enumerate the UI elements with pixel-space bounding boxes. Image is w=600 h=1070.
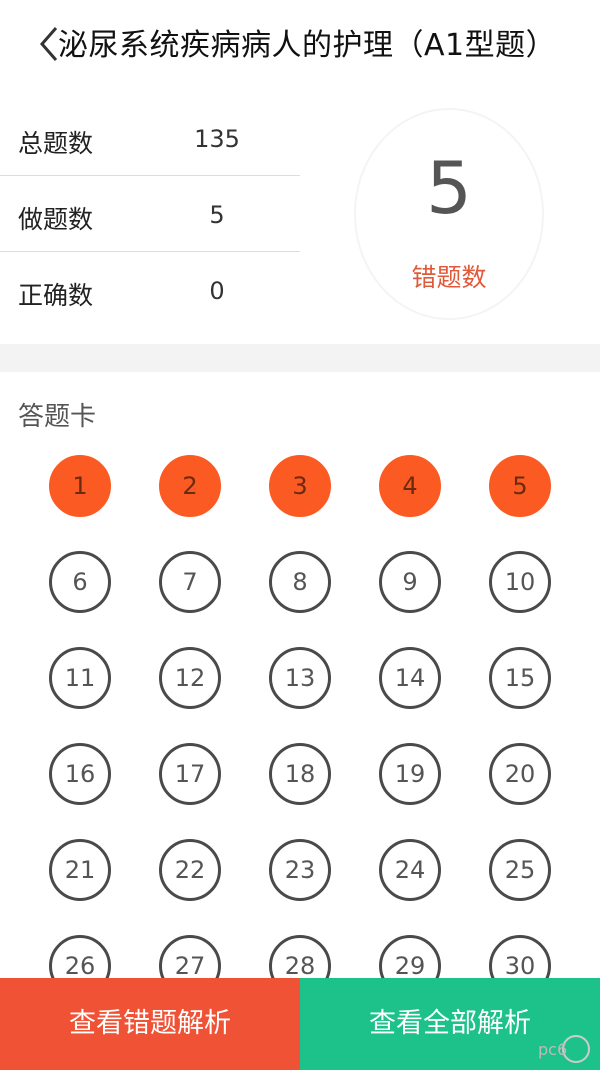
question-number-20[interactable]: 20: [489, 743, 551, 805]
question-number-18[interactable]: 18: [269, 743, 331, 805]
view-wrong-analysis-button[interactable]: 查看错题解析: [0, 978, 300, 1070]
question-number-11[interactable]: 11: [49, 647, 111, 709]
stat-correct: 正确数 0: [0, 252, 300, 327]
stat-done-label: 做题数: [18, 205, 94, 234]
answer-card-title: 答题卡: [18, 402, 97, 432]
question-number-4[interactable]: 4: [379, 455, 441, 517]
question-number-22[interactable]: 22: [159, 839, 221, 901]
question-number-8[interactable]: 8: [269, 551, 331, 613]
question-number-21[interactable]: 21: [49, 839, 111, 901]
answer-card-grid: 1 2 3 4 5 6 7 8 9 10 11 12 13 14 15 16 17 18 19 20 21 22 23 24 2…: [0, 450, 600, 997]
question-number-3[interactable]: 3: [269, 455, 331, 517]
question-number-14[interactable]: 14: [379, 647, 441, 709]
question-number-16[interactable]: 16: [49, 743, 111, 805]
stat-total-value: 135: [194, 125, 240, 153]
question-number-19[interactable]: 19: [379, 743, 441, 805]
question-number-13[interactable]: 13: [269, 647, 331, 709]
question-number-15[interactable]: 15: [489, 647, 551, 709]
wrong-count-value: 5: [426, 146, 472, 230]
wrong-count-label: 错题数: [411, 263, 487, 292]
question-number-6[interactable]: 6: [49, 551, 111, 613]
stat-done: 做题数 5: [0, 176, 300, 251]
page-title: 泌尿系统疾病病人的护理（A1型题）: [58, 28, 557, 63]
stat-correct-value: 0: [209, 277, 225, 305]
question-number-10[interactable]: 10: [489, 551, 551, 613]
question-number-5[interactable]: 5: [489, 455, 551, 517]
section-divider: [0, 344, 600, 372]
stat-done-value: 5: [209, 201, 225, 229]
pc6-watermark-logo: pc6: [538, 1035, 590, 1063]
header-bar: 泌尿系统疾病病人的护理（A1型题）: [0, 0, 600, 92]
question-number-23[interactable]: 23: [269, 839, 331, 901]
question-number-2[interactable]: 2: [159, 455, 221, 517]
question-number-7[interactable]: 7: [159, 551, 221, 613]
question-number-1[interactable]: 1: [49, 455, 111, 517]
question-number-25[interactable]: 25: [489, 839, 551, 901]
question-number-12[interactable]: 12: [159, 647, 221, 709]
question-number-24[interactable]: 24: [379, 839, 441, 901]
question-number-17[interactable]: 17: [159, 743, 221, 805]
stat-total: 总题数 135: [0, 100, 300, 175]
watermark-text: pc6: [538, 1040, 567, 1059]
question-number-9[interactable]: 9: [379, 551, 441, 613]
stat-total-label: 总题数: [18, 129, 94, 158]
stat-correct-label: 正确数: [18, 281, 94, 310]
